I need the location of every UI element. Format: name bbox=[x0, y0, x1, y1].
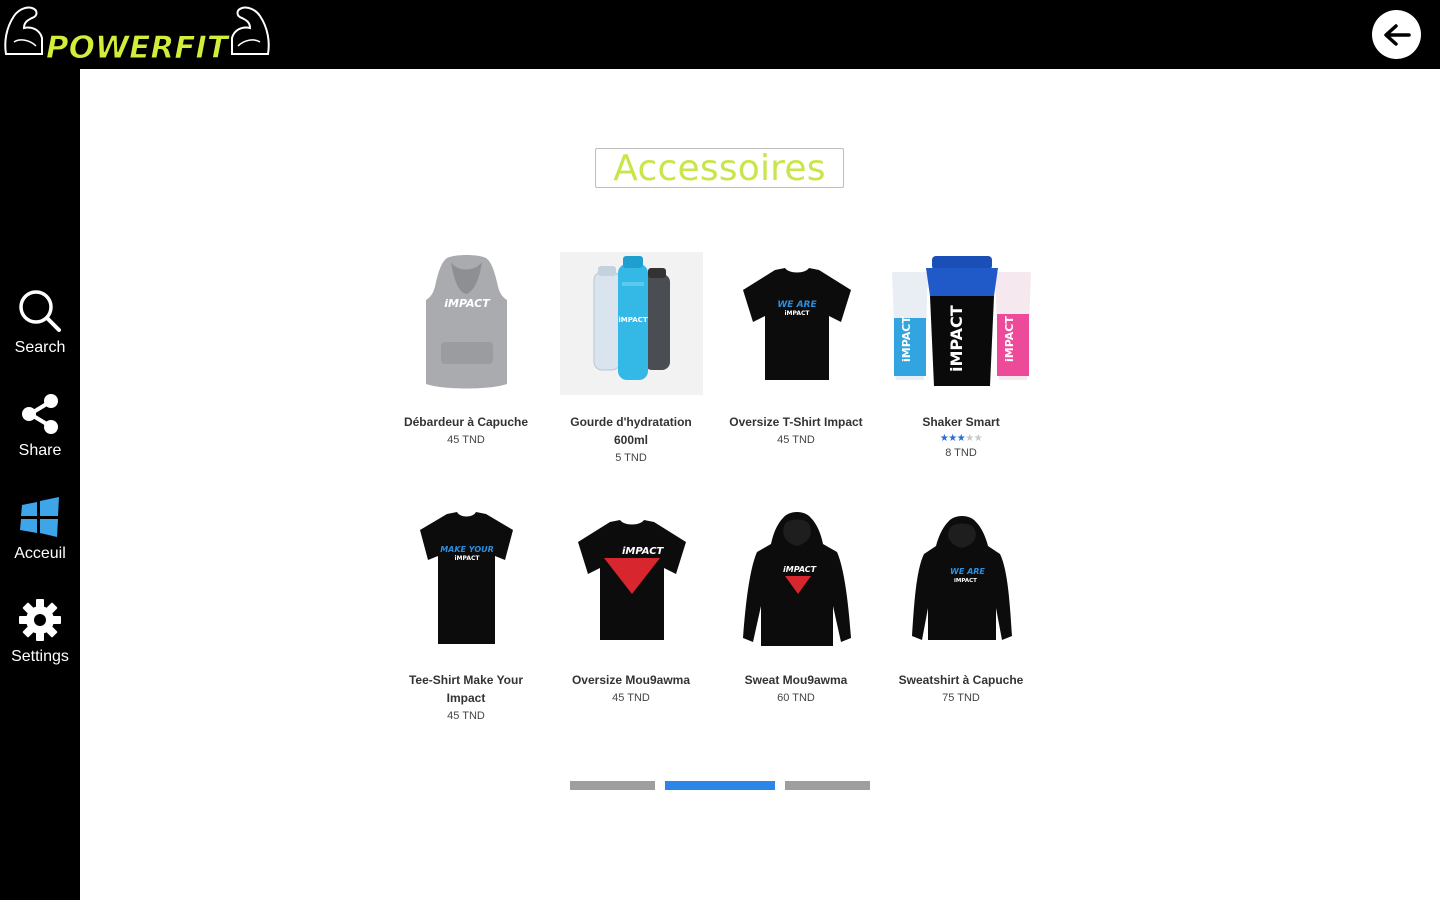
svg-text:iMPACT: iMPACT bbox=[783, 565, 817, 574]
star-icon: ★ bbox=[956, 433, 966, 444]
product-price: 8 TND bbox=[945, 447, 977, 459]
pagination-page-3[interactable] bbox=[785, 781, 870, 790]
product-price: 45 TND bbox=[777, 434, 815, 446]
powerfit-logo[interactable]: POWERFIT bbox=[2, 2, 272, 67]
svg-text:iMPACT: iMPACT bbox=[784, 310, 810, 317]
product-card[interactable]: WE ARE iMPACT Oversize T-Shirt Impact 45… bbox=[721, 252, 871, 446]
product-name: Sweat Mou9awma bbox=[744, 673, 848, 687]
product-price: 75 TND bbox=[942, 692, 980, 704]
star-icon: ★ bbox=[948, 433, 957, 444]
page-title: Accessoires bbox=[595, 147, 844, 189]
product-price: 5 TND bbox=[615, 452, 647, 464]
svg-text:WE ARE: WE ARE bbox=[950, 567, 985, 576]
search-icon bbox=[18, 289, 62, 333]
page-title-text: Accessoires bbox=[613, 147, 826, 189]
pagination-page-1[interactable] bbox=[570, 781, 655, 790]
product-image: WE ARE iMPACT bbox=[890, 510, 1033, 653]
svg-text:iMPACT: iMPACT bbox=[618, 316, 647, 324]
product-name: Oversize Mou9awma bbox=[571, 673, 691, 687]
windows-icon bbox=[18, 495, 62, 539]
product-image: iMPACT bbox=[560, 510, 703, 653]
svg-text:iMPACT: iMPACT bbox=[444, 297, 491, 310]
svg-text:POWERFIT: POWERFIT bbox=[46, 30, 231, 64]
product-card[interactable]: WE ARE iMPACT Sweatshirt à Capuche 75 TN… bbox=[886, 510, 1036, 704]
product-name: Gourde d'hydratation 600ml bbox=[570, 415, 692, 447]
svg-text:MAKE YOUR: MAKE YOUR bbox=[440, 545, 494, 554]
product-card[interactable]: iMPACT Gourde d'hydratation 600ml 5 TND bbox=[556, 252, 706, 464]
sidebar-item-search[interactable]: Search bbox=[0, 289, 80, 379]
product-card[interactable]: iMPACT Sweat Mou9awma 60 TND bbox=[721, 510, 871, 704]
svg-text:iMPACT: iMPACT bbox=[954, 578, 977, 584]
sidebar-item-label: Settings bbox=[11, 648, 69, 665]
top-bar: POWERFIT bbox=[0, 0, 1440, 69]
svg-text:iMPACT: iMPACT bbox=[900, 316, 913, 362]
product-card[interactable]: MAKE YOUR iMPACT Tee-Shirt Make Your Imp… bbox=[391, 510, 541, 722]
product-card[interactable]: iMPACT Oversize Mou9awma 45 TND bbox=[556, 510, 706, 704]
share-icon bbox=[18, 392, 62, 436]
gear-icon bbox=[18, 598, 62, 642]
sidebar: Search Share Acceuil Settings bbox=[0, 69, 80, 900]
svg-text:WE ARE: WE ARE bbox=[777, 300, 817, 310]
star-icon: ★ bbox=[973, 433, 983, 444]
product-price: 45 TND bbox=[447, 710, 485, 722]
product-name: Oversize T-Shirt Impact bbox=[729, 415, 863, 429]
rating-stars: ★★★★★ bbox=[886, 433, 1036, 445]
sidebar-item-label: Share bbox=[18, 442, 62, 459]
product-price: 60 TND bbox=[777, 692, 815, 704]
product-image: WE ARE iMPACT bbox=[725, 252, 868, 395]
sidebar-item-settings[interactable]: Settings bbox=[0, 598, 80, 688]
pagination-page-2[interactable] bbox=[665, 781, 775, 790]
svg-text:iMPACT: iMPACT bbox=[1003, 316, 1016, 362]
svg-text:iMPACT: iMPACT bbox=[947, 305, 966, 372]
sidebar-item-acceuil[interactable]: Acceuil bbox=[0, 495, 80, 585]
back-button[interactable] bbox=[1372, 10, 1421, 59]
svg-text:iMPACT: iMPACT bbox=[454, 555, 480, 562]
product-image: MAKE YOUR iMPACT bbox=[395, 510, 538, 653]
arrow-left-icon bbox=[1383, 23, 1411, 46]
product-name: Tee-Shirt Make Your Impact bbox=[408, 673, 524, 705]
product-name: Sweatshirt à Capuche bbox=[898, 673, 1024, 687]
star-icon: ★ bbox=[965, 433, 974, 444]
product-name: Shaker Smart bbox=[922, 415, 1000, 429]
sidebar-item-label: Acceuil bbox=[14, 545, 66, 562]
product-image: iMPACT bbox=[559, 252, 703, 395]
svg-text:iMPACT: iMPACT bbox=[622, 546, 665, 557]
product-price: 45 TND bbox=[612, 692, 650, 704]
product-image: iMPACT bbox=[725, 510, 868, 653]
main-content bbox=[80, 69, 1440, 900]
product-image: iMPACT bbox=[395, 252, 538, 395]
sidebar-item-share[interactable]: Share bbox=[0, 392, 80, 482]
product-card[interactable]: iMPACT Débardeur à Capuche 45 TND bbox=[391, 252, 541, 446]
sidebar-item-label: Search bbox=[14, 339, 66, 356]
product-name: Débardeur à Capuche bbox=[403, 415, 529, 429]
product-price: 45 TND bbox=[447, 434, 485, 446]
product-card[interactable]: iMPACT iMPACT iMPACT Shaker Smart ★★★★★ … bbox=[886, 252, 1036, 459]
product-image: iMPACT iMPACT iMPACT bbox=[890, 252, 1033, 395]
